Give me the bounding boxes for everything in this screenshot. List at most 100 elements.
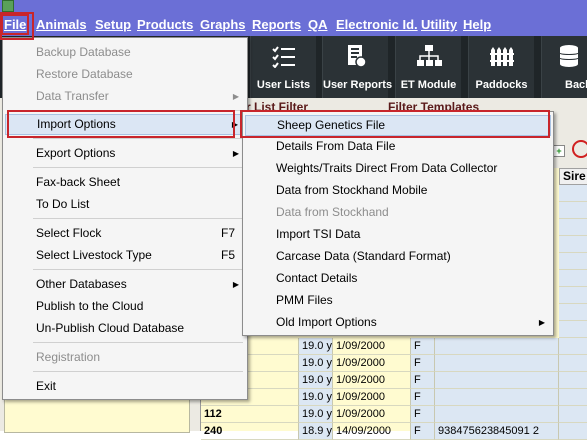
date-cell: 1/09/2000 [333,406,411,423]
sex-cell: F [411,372,435,389]
menu-item-pmm-files[interactable]: PMM Files [245,290,551,311]
date-cell: 1/09/2000 [333,389,411,406]
menu-item-unpublish-cloud-database[interactable]: Un-Publish Cloud Database [5,318,245,339]
menu-products[interactable]: Products [137,17,193,32]
id-cell: 112 [201,406,299,423]
sex-cell: F [411,423,435,440]
date-cell: 14/09/2000 [333,423,411,440]
table-row[interactable]: 19.0 y 1/09/2000 F [201,338,587,355]
stop-icon[interactable] [572,140,587,158]
menu-item-weights-traits-direct[interactable]: Weights/Traits Direct From Data Collecto… [245,158,551,179]
menu-item-restore-database[interactable]: Restore Database [5,64,245,85]
menu-item-data-transfer[interactable]: Data Transfer ▶ [5,86,245,107]
menu-graphs[interactable]: Graphs [200,17,246,32]
date-cell: 1/09/2000 [333,338,411,355]
table-row[interactable]: 19.0 y 1/09/2000 F [201,372,587,389]
tag-cell: 938475623845091 2 [435,423,559,440]
menu-item-exit[interactable]: Exit [5,376,245,397]
paddocks-button[interactable]: Paddocks [468,36,534,98]
menu-utility[interactable]: Utility [421,17,457,32]
id-cell: 240 [201,423,299,440]
age-cell: 18.9 y [299,423,333,440]
report-icon [347,45,367,68]
table-row[interactable]: 19.0 y 1/09/2000 F [201,355,587,372]
database-icon [559,45,579,67]
age-cell: 19.0 y [299,355,333,372]
file-menu: Backup Database Restore Database Data Tr… [2,37,248,400]
paddocks-label: Paddocks [475,79,528,91]
menu-bar: File Animals Setup Products Graphs Repor… [0,14,587,36]
menu-file[interactable]: File [0,14,30,35]
menu-separator [33,110,243,111]
sex-cell: F [411,338,435,355]
user-lists-label: User Lists [256,79,311,91]
network-icon [416,45,442,66]
menu-item-to-do-list[interactable]: To Do List [5,194,245,215]
submenu-arrow-icon: ▶ [232,280,239,289]
app-icon [2,0,14,12]
menu-reports[interactable]: Reports [252,17,301,32]
title-bar [0,0,587,14]
menu-separator [33,269,243,270]
import-options-submenu: Sheep Genetics File Details From Data Fi… [242,111,554,336]
menu-item-stockhand-mobile[interactable]: Data from Stockhand Mobile [245,180,551,201]
menu-item-fax-back-sheet[interactable]: Fax-back Sheet [5,172,245,193]
menu-item-publish-to-cloud[interactable]: Publish to the Cloud [5,296,245,317]
menu-item-import-options[interactable]: Import Options ▶ [5,114,245,135]
tag-cell [435,372,559,389]
fence-icon [489,47,514,66]
menu-item-old-import-options[interactable]: Old Import Options ▶ [245,312,551,333]
menu-separator [33,342,243,343]
sex-cell: F [411,406,435,423]
table-row[interactable]: 112 19.0 y 1/09/2000 F [201,406,587,423]
menu-qa[interactable]: QA [308,17,328,32]
menu-item-other-databases[interactable]: Other Databases ▶ [5,274,245,295]
menu-item-export-options[interactable]: Export Options ▶ [5,143,245,164]
menu-animals[interactable]: Animals [36,17,87,32]
menu-separator [33,371,243,372]
menu-item-details-from-data-file[interactable]: Details From Data File [245,136,551,157]
date-cell: 1/09/2000 [333,355,411,372]
user-reports-label: User Reports [323,79,393,91]
tag-cell [435,355,559,372]
tag-cell [435,389,559,406]
menu-item-select-livestock-type[interactable]: Select Livestock Type F5 [5,245,245,266]
menu-item-contact-details[interactable]: Contact Details [245,268,551,289]
age-cell: 19.0 y [299,338,333,355]
submenu-arrow-icon: ▶ [538,318,545,327]
table-row[interactable]: 240 18.9 y 14/09/2000 F 938475623845091 … [201,423,587,440]
age-cell: 19.0 y [299,372,333,389]
menu-help[interactable]: Help [463,17,491,32]
age-cell: 19.0 y [299,389,333,406]
menu-item-registration[interactable]: Registration [5,347,245,368]
menu-item-sheep-genetics-file[interactable]: Sheep Genetics File [245,115,551,136]
tag-cell [435,406,559,423]
menu-electronic-id[interactable]: Electronic Id. [336,17,418,32]
menu-setup[interactable]: Setup [95,17,131,32]
table-row[interactable]: 19.0 y 1/09/2000 F [201,389,587,406]
menu-separator [33,138,243,139]
et-module-button[interactable]: ET Module [395,36,461,98]
menu-item-import-tsi-data[interactable]: Import TSI Data [245,224,551,245]
submenu-arrow-icon: ▶ [231,120,238,129]
user-lists-button[interactable]: User Lists [250,36,316,98]
shortcut-label: F7 [220,226,235,240]
et-module-label: ET Module [400,79,457,91]
menu-item-stockhand[interactable]: Data from Stockhand [245,202,551,223]
back-button[interactable]: Back [541,36,587,98]
user-reports-button[interactable]: User Reports [322,36,393,98]
submenu-arrow-icon: ▶ [232,92,239,101]
sex-cell: F [411,355,435,372]
shortcut-label: F5 [220,248,235,262]
sex-cell: F [411,389,435,406]
add-icon[interactable]: + [553,145,565,157]
menu-item-select-flock[interactable]: Select Flock F7 [5,223,245,244]
back-label: Back [565,79,587,91]
date-cell: 1/09/2000 [333,372,411,389]
menu-item-carcase-data[interactable]: Carcase Data (Standard Format) [245,246,551,267]
tag-cell [435,338,559,355]
sire-column-header[interactable]: Sire [559,168,587,185]
age-cell: 19.0 y [299,406,333,423]
menu-item-backup-database[interactable]: Backup Database [5,42,245,63]
submenu-arrow-icon: ▶ [232,149,239,158]
